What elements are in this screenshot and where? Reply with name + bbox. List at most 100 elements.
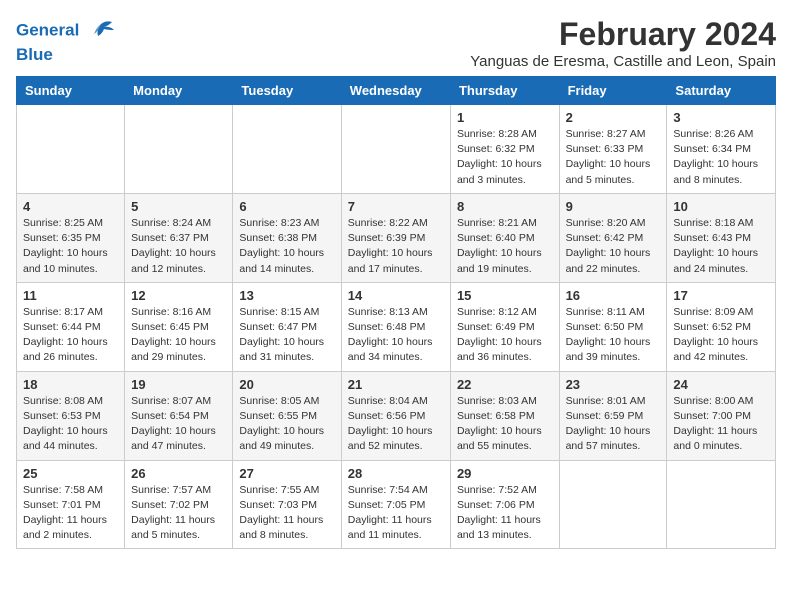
calendar-cell: 14 Sunrise: 8:13 AM Sunset: 6:48 PM Dayli… [341,282,450,371]
day-number: 22 [457,377,553,392]
calendar-cell: 1 Sunrise: 8:28 AM Sunset: 6:32 PM Daylig… [450,105,559,194]
calendar-cell: 17 Sunrise: 8:09 AM Sunset: 6:52 PM Dayli… [667,282,776,371]
calendar-cell: 12 Sunrise: 8:16 AM Sunset: 6:45 PM Dayli… [125,282,233,371]
calendar-header-friday: Friday [559,77,667,105]
day-number: 21 [348,377,444,392]
day-number: 5 [131,199,226,214]
calendar-week-4: 18 Sunrise: 8:08 AM Sunset: 6:53 PM Dayli… [17,371,776,460]
calendar-cell: 3 Sunrise: 8:26 AM Sunset: 6:34 PM Daylig… [667,105,776,194]
logo-general: General [16,20,79,39]
day-number: 10 [673,199,769,214]
calendar-cell: 22Sunrise: 8:03 AM Sunset: 6:58 PM Dayli… [450,371,559,460]
calendar-table: SundayMondayTuesdayWednesdayThursdayFrid… [16,76,776,549]
day-info: Sunrise: 8:17 AM Sunset: 6:44 PM Dayligh… [23,305,118,366]
day-info: Sunrise: 8:22 AM Sunset: 6:39 PM Dayligh… [348,216,444,277]
day-info: Sunrise: 8:28 AM Sunset: 6:32 PM Dayligh… [457,127,553,188]
day-number: 9 [566,199,661,214]
calendar-cell: 24 Sunrise: 8:00 AM Sunset: 7:00 PM Dayli… [667,371,776,460]
calendar-week-2: 4 Sunrise: 8:25 AM Sunset: 6:35 PM Daylig… [17,193,776,282]
calendar-header-tuesday: Tuesday [233,77,341,105]
calendar-cell: 28 Sunrise: 7:54 AM Sunset: 7:05 PM Dayli… [341,460,450,549]
logo-blue: Blue [16,46,116,65]
calendar-week-3: 11Sunrise: 8:17 AM Sunset: 6:44 PM Dayli… [17,282,776,371]
calendar-cell: 10Sunrise: 8:18 AM Sunset: 6:43 PM Dayli… [667,193,776,282]
title-area: February 2024 Yanguas de Eresma, Castill… [470,16,776,70]
day-info: Sunrise: 8:15 AM Sunset: 6:47 PM Dayligh… [239,305,334,366]
calendar-cell: 19 Sunrise: 8:07 AM Sunset: 6:54 PM Dayli… [125,371,233,460]
calendar-cell: 6 Sunrise: 8:23 AM Sunset: 6:38 PM Daylig… [233,193,341,282]
calendar-header-monday: Monday [125,77,233,105]
day-info: Sunrise: 8:16 AM Sunset: 6:45 PM Dayligh… [131,305,226,366]
day-info: Sunrise: 8:13 AM Sunset: 6:48 PM Dayligh… [348,305,444,366]
day-info: Sunrise: 7:52 AM Sunset: 7:06 PM Dayligh… [457,483,553,544]
calendar-cell [17,105,125,194]
calendar-header-row: SundayMondayTuesdayWednesdayThursdayFrid… [17,77,776,105]
day-info: Sunrise: 8:00 AM Sunset: 7:00 PM Dayligh… [673,394,769,455]
day-info: Sunrise: 7:55 AM Sunset: 7:03 PM Dayligh… [239,483,334,544]
calendar-cell: 11Sunrise: 8:17 AM Sunset: 6:44 PM Dayli… [17,282,125,371]
day-number: 27 [239,466,334,481]
day-info: Sunrise: 8:04 AM Sunset: 6:56 PM Dayligh… [348,394,444,455]
calendar-body: 1 Sunrise: 8:28 AM Sunset: 6:32 PM Daylig… [17,105,776,549]
day-number: 2 [566,110,661,125]
day-number: 24 [673,377,769,392]
calendar-header-saturday: Saturday [667,77,776,105]
day-info: Sunrise: 8:01 AM Sunset: 6:59 PM Dayligh… [566,394,661,455]
calendar-cell: 23Sunrise: 8:01 AM Sunset: 6:59 PM Dayli… [559,371,667,460]
day-info: Sunrise: 8:08 AM Sunset: 6:53 PM Dayligh… [23,394,118,455]
day-info: Sunrise: 7:54 AM Sunset: 7:05 PM Dayligh… [348,483,444,544]
calendar-header-thursday: Thursday [450,77,559,105]
calendar-cell [125,105,233,194]
day-info: Sunrise: 8:23 AM Sunset: 6:38 PM Dayligh… [239,216,334,277]
day-info: Sunrise: 8:20 AM Sunset: 6:42 PM Dayligh… [566,216,661,277]
day-info: Sunrise: 8:24 AM Sunset: 6:37 PM Dayligh… [131,216,226,277]
calendar-header-wednesday: Wednesday [341,77,450,105]
day-info: Sunrise: 8:12 AM Sunset: 6:49 PM Dayligh… [457,305,553,366]
day-number: 16 [566,288,661,303]
logo-bird-icon [86,16,116,46]
day-number: 29 [457,466,553,481]
day-number: 17 [673,288,769,303]
day-info: Sunrise: 8:21 AM Sunset: 6:40 PM Dayligh… [457,216,553,277]
calendar-week-1: 1 Sunrise: 8:28 AM Sunset: 6:32 PM Daylig… [17,105,776,194]
main-title: February 2024 [470,16,776,53]
calendar-cell: 5 Sunrise: 8:24 AM Sunset: 6:37 PM Daylig… [125,193,233,282]
calendar-cell [559,460,667,549]
calendar-cell: 7 Sunrise: 8:22 AM Sunset: 6:39 PM Daylig… [341,193,450,282]
calendar-cell: 8 Sunrise: 8:21 AM Sunset: 6:40 PM Daylig… [450,193,559,282]
calendar-cell: 4 Sunrise: 8:25 AM Sunset: 6:35 PM Daylig… [17,193,125,282]
calendar-header-sunday: Sunday [17,77,125,105]
logo: General Blue [16,16,116,65]
day-number: 7 [348,199,444,214]
day-info: Sunrise: 8:09 AM Sunset: 6:52 PM Dayligh… [673,305,769,366]
calendar-cell: 13Sunrise: 8:15 AM Sunset: 6:47 PM Dayli… [233,282,341,371]
day-number: 19 [131,377,226,392]
calendar-cell: 26Sunrise: 7:57 AM Sunset: 7:02 PM Dayli… [125,460,233,549]
day-number: 20 [239,377,334,392]
calendar-cell [667,460,776,549]
day-info: Sunrise: 8:05 AM Sunset: 6:55 PM Dayligh… [239,394,334,455]
day-number: 3 [673,110,769,125]
day-number: 28 [348,466,444,481]
day-info: Sunrise: 8:11 AM Sunset: 6:50 PM Dayligh… [566,305,661,366]
day-info: Sunrise: 8:25 AM Sunset: 6:35 PM Dayligh… [23,216,118,277]
day-number: 6 [239,199,334,214]
calendar-cell: 29 Sunrise: 7:52 AM Sunset: 7:06 PM Dayli… [450,460,559,549]
day-info: Sunrise: 8:07 AM Sunset: 6:54 PM Dayligh… [131,394,226,455]
day-info: Sunrise: 7:57 AM Sunset: 7:02 PM Dayligh… [131,483,226,544]
day-number: 14 [348,288,444,303]
calendar-cell: 9 Sunrise: 8:20 AM Sunset: 6:42 PM Daylig… [559,193,667,282]
day-number: 18 [23,377,118,392]
day-number: 8 [457,199,553,214]
day-number: 4 [23,199,118,214]
calendar-cell: 15 Sunrise: 8:12 AM Sunset: 6:49 PM Dayli… [450,282,559,371]
day-info: Sunrise: 8:27 AM Sunset: 6:33 PM Dayligh… [566,127,661,188]
calendar-cell: 21 Sunrise: 8:04 AM Sunset: 6:56 PM Dayli… [341,371,450,460]
day-number: 12 [131,288,226,303]
calendar-cell: 27 Sunrise: 7:55 AM Sunset: 7:03 PM Dayli… [233,460,341,549]
day-number: 1 [457,110,553,125]
day-info: Sunrise: 8:26 AM Sunset: 6:34 PM Dayligh… [673,127,769,188]
subtitle: Yanguas de Eresma, Castille and Leon, Sp… [470,53,776,70]
calendar-cell [233,105,341,194]
day-number: 15 [457,288,553,303]
